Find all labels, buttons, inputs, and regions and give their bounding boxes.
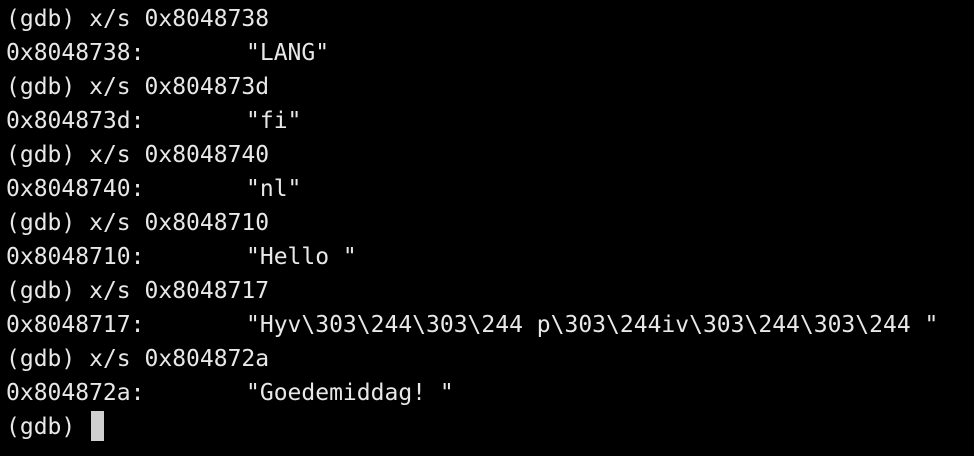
command-text: x/s 0x804873d [89, 74, 270, 100]
command-line: (gdb) x/s 0x8048717 [6, 274, 974, 308]
command-line: (gdb) x/s 0x8048740 [6, 138, 974, 172]
output-line: 0x8048740: "nl" [6, 172, 974, 206]
output-line: 0x804873d: "fi" [6, 104, 974, 138]
command-line: (gdb) x/s 0x804873d [6, 70, 974, 104]
string-value: "Hello " [246, 244, 357, 270]
gdb-prompt: (gdb) [6, 6, 76, 32]
memory-address: 0x8048740: [6, 176, 145, 202]
string-value: "LANG" [246, 40, 330, 66]
gdb-prompt: (gdb) [6, 142, 76, 168]
command-text: x/s 0x804872a [89, 346, 270, 372]
command-text: x/s 0x8048717 [89, 278, 270, 304]
gdb-prompt: (gdb) [6, 414, 76, 440]
command-text: x/s 0x8048740 [89, 142, 270, 168]
text-cursor[interactable] [91, 410, 105, 441]
string-value: "nl" [246, 176, 302, 202]
output-line: 0x8048710: "Hello " [6, 240, 974, 274]
command-line: (gdb) x/s 0x8048738 [6, 2, 974, 36]
string-value: "Goedemiddag! " [246, 380, 454, 406]
gdb-prompt: (gdb) [6, 210, 76, 236]
command-line: (gdb) x/s 0x8048710 [6, 206, 974, 240]
terminal-window[interactable]: (gdb) x/s 0x8048738 0x8048738: "LANG" (gd… [0, 0, 974, 456]
gdb-prompt: (gdb) [6, 346, 76, 372]
output-line: 0x804872a: "Goedemiddag! " [6, 376, 974, 410]
memory-address: 0x8048717: [6, 312, 145, 338]
string-value: "Hyv\303\244\303\244 p\303\244iv\303\244… [246, 312, 939, 338]
string-value: "fi" [246, 108, 302, 134]
memory-address: 0x804872a: [6, 380, 145, 406]
command-text: x/s 0x8048710 [89, 210, 270, 236]
gdb-prompt: (gdb) [6, 74, 76, 100]
gdb-prompt: (gdb) [6, 278, 76, 304]
command-text: x/s 0x8048738 [89, 6, 270, 32]
input-line[interactable]: (gdb) [6, 410, 974, 444]
command-line: (gdb) x/s 0x804872a [6, 342, 974, 376]
memory-address: 0x8048710: [6, 244, 145, 270]
memory-address: 0x804873d: [6, 108, 145, 134]
output-line: 0x8048738: "LANG" [6, 36, 974, 70]
output-line: 0x8048717: "Hyv\303\244\303\244 p\303\244… [6, 308, 974, 342]
memory-address: 0x8048738: [6, 40, 145, 66]
